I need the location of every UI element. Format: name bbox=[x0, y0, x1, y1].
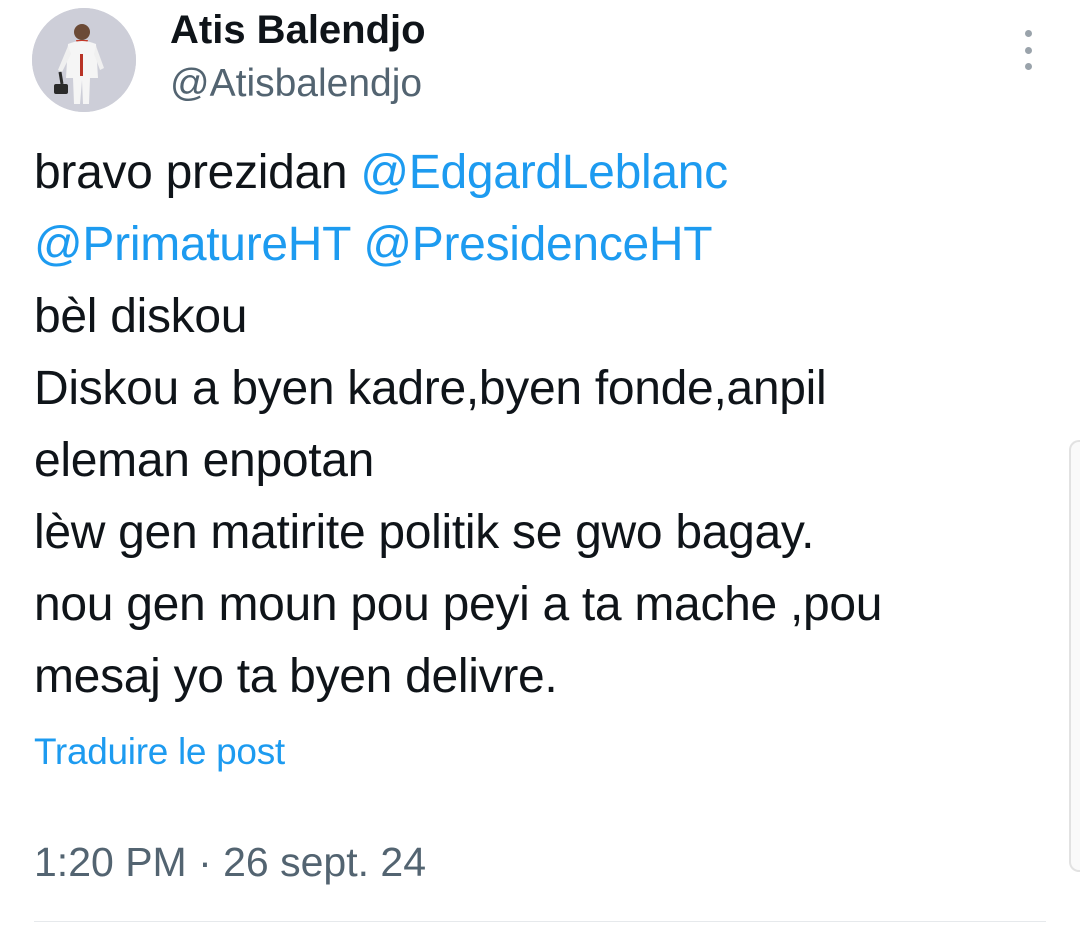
tweet-text-segment bbox=[350, 218, 363, 271]
tweet-line: lèw gen matirite politik se gwo bagay. bbox=[34, 506, 815, 559]
divider bbox=[34, 921, 1046, 922]
more-options-button[interactable] bbox=[1010, 30, 1046, 70]
mention-link[interactable]: @PresidenceHT bbox=[363, 218, 712, 271]
tweet-line: nou gen moun pou peyi a ta mache ,pou bbox=[34, 578, 883, 631]
more-vertical-icon bbox=[1024, 30, 1032, 37]
author-handle[interactable]: @Atisbalendjo bbox=[170, 58, 422, 110]
tweet-line: Diskou a byen kadre,byen fonde,anpil bbox=[34, 362, 827, 415]
tweet-line: bravo prezidan @EdgardLeblanc bbox=[34, 137, 1044, 209]
tweet-body: bravo prezidan @EdgardLeblanc @Primature… bbox=[34, 137, 1044, 713]
tweet-timestamp[interactable]: 1:20 PM · 26 sept. 24 bbox=[34, 834, 426, 890]
tweet-view: Atis Balendjo @Atisbalendjo bravo prezid… bbox=[0, 0, 1080, 926]
tweet-text-segment: bravo prezidan bbox=[34, 146, 361, 199]
person-silhouette-icon bbox=[32, 8, 136, 112]
translate-post-link[interactable]: Traduire le post bbox=[34, 726, 285, 778]
tweet-line: eleman enpotan bbox=[34, 434, 375, 487]
scrollbar[interactable] bbox=[1069, 440, 1080, 872]
more-vertical-icon-dot bbox=[1024, 63, 1032, 70]
tweet-line: mesaj yo ta byen delivre. bbox=[34, 650, 558, 703]
tweet-line: bèl diskou bbox=[34, 290, 248, 343]
mention-link[interactable]: @EdgardLeblanc bbox=[360, 146, 728, 199]
more-vertical-icon-dot bbox=[1024, 46, 1032, 54]
author-display-name[interactable]: Atis Balendjo bbox=[170, 4, 426, 56]
tweet-line: @PrimatureHT @PresidenceHT bbox=[34, 209, 1044, 281]
avatar[interactable] bbox=[32, 8, 136, 112]
mention-link[interactable]: @PrimatureHT bbox=[34, 218, 351, 271]
